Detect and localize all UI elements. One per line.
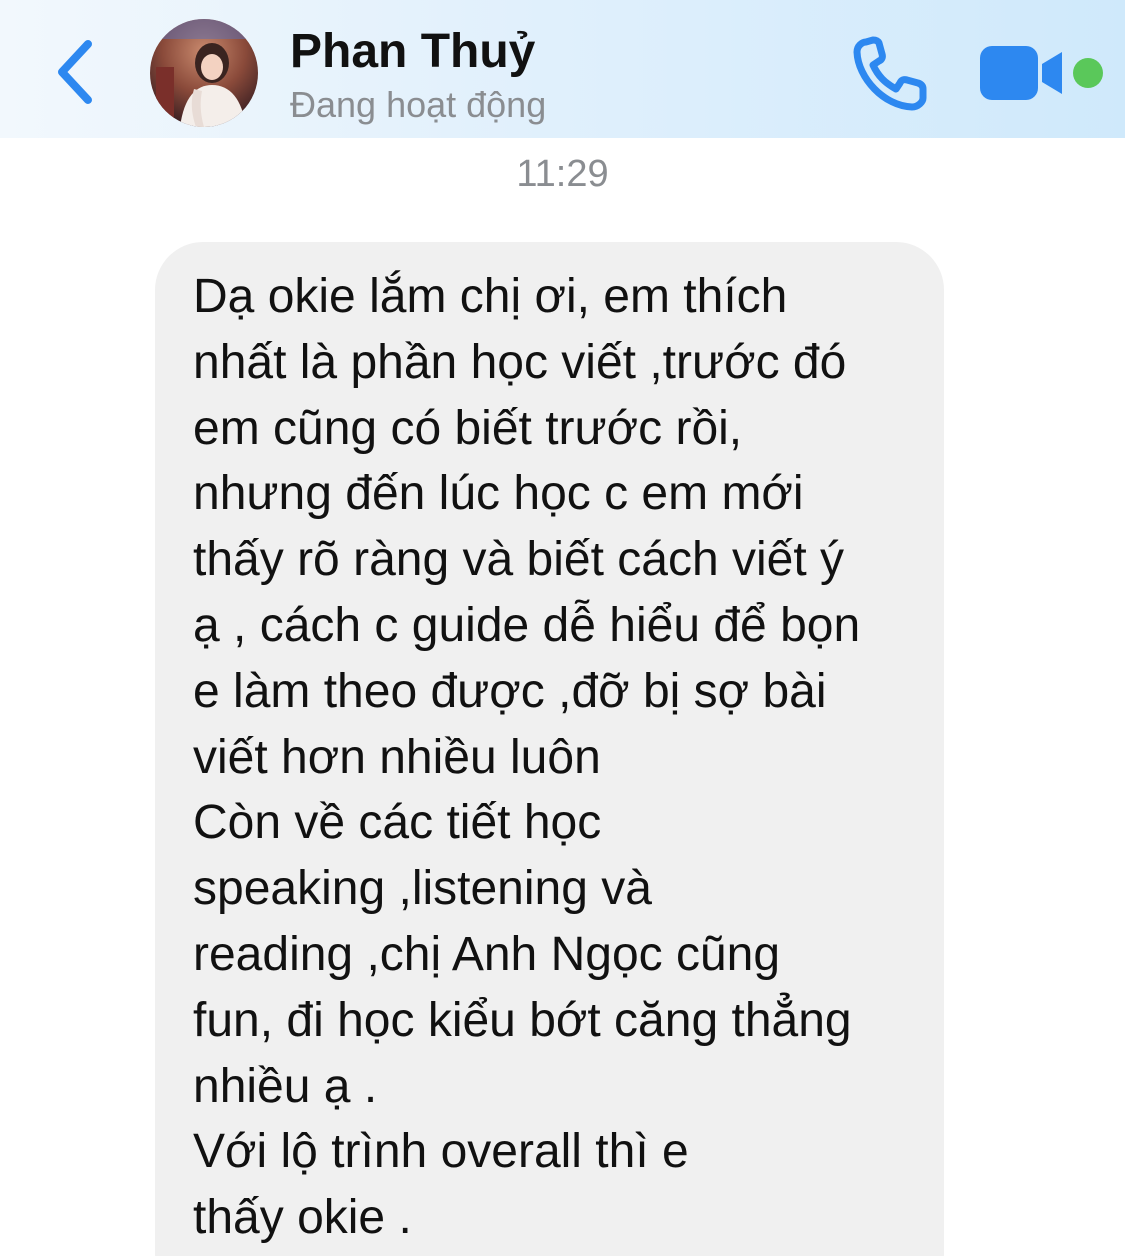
message-line: nhất là phần học viết ,trước đó xyxy=(193,335,847,389)
message-timestamp: 11:29 xyxy=(516,153,609,195)
message-line: Còn về các tiết học xyxy=(193,796,602,850)
active-status: Đang hoạt động xyxy=(290,84,547,125)
message-line: thấy rõ ràng và biết cách viết ý xyxy=(193,533,844,587)
avatar[interactable] xyxy=(150,19,258,127)
message-line: em cũng có biết trước rồi, xyxy=(193,401,743,455)
message-line: thấy okie . xyxy=(193,1191,412,1245)
video-call-button[interactable] xyxy=(978,44,1068,102)
back-button[interactable] xyxy=(48,36,104,108)
phone-icon xyxy=(853,36,927,111)
message-line: ạ , cách c guide dễ hiểu để bọn xyxy=(193,598,861,652)
message-line: speaking ,listening và xyxy=(193,862,652,916)
message-line: viết hơn nhiều luôn xyxy=(193,730,601,784)
video-camera-icon xyxy=(980,46,1062,100)
message-line: Dạ okie lắm chị ơi, em thích xyxy=(193,270,788,323)
message-line: reading ,chị Anh Ngọc cũng xyxy=(193,927,781,981)
contact-photo xyxy=(150,19,258,127)
message-line: e làm theo được ,đỡ bị sợ bài xyxy=(193,664,827,718)
message-line: nhiều ạ . xyxy=(193,1059,378,1113)
chevron-left-icon xyxy=(58,40,92,104)
voice-call-button[interactable] xyxy=(852,36,930,112)
message-line: Với lộ trình overall thì e xyxy=(193,1125,689,1179)
contact-name[interactable]: Phan Thuỷ xyxy=(290,24,535,79)
message-text: Dạ okie lắm chị ơi, em thích nhất là phầ… xyxy=(193,264,933,1251)
message-line: nhưng đến lúc học c em mới xyxy=(193,467,804,521)
chat-header: Phan Thuỷ Đang hoạt động xyxy=(0,0,1125,138)
message-line: fun, đi học kiểu bớt căng thẳng xyxy=(193,993,852,1047)
online-status-indicator xyxy=(1073,58,1103,88)
